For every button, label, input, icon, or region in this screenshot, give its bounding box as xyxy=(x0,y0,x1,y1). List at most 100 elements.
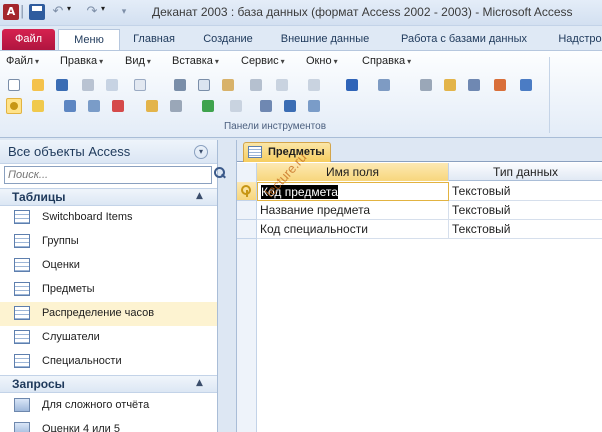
nav-item-table[interactable]: Оценки xyxy=(0,254,217,278)
lookup-icon[interactable] xyxy=(228,98,244,114)
table-icon xyxy=(248,146,262,158)
nav-item-table[interactable]: Предметы xyxy=(0,278,217,302)
nav-item-query[interactable]: Для сложного отчёта xyxy=(0,394,217,418)
undo-dropdown-icon[interactable]: ▾ xyxy=(67,4,83,20)
nav-item-query[interactable]: Оценки 4 или 5 xyxy=(0,418,217,432)
tab-addins[interactable]: Надстро xyxy=(550,29,602,50)
cut-icon[interactable] xyxy=(172,77,188,93)
tab-menu[interactable]: Меню xyxy=(58,29,120,50)
tab-external-data[interactable]: Внешние данные xyxy=(270,29,380,50)
undo-icon[interactable]: ↶ xyxy=(50,4,66,20)
nav-section-tables[interactable]: Таблицы ▲ xyxy=(0,188,217,206)
nav-item-table[interactable]: Группы xyxy=(0,230,217,254)
nav-title[interactable]: Все объекты Access xyxy=(8,144,130,159)
title-bar: A | ↶ ▾ ↷ ▾ ▾ Деканат 2003 : база данных… xyxy=(0,0,602,26)
document-tab[interactable]: Предметы xyxy=(243,142,331,162)
menu-window[interactable]: Окно ▾ xyxy=(306,55,338,71)
menu-view[interactable]: Вид ▾ xyxy=(125,55,151,71)
table-icon xyxy=(14,282,30,296)
redo-icon[interactable]: ↷ xyxy=(84,4,100,20)
toolbar-redo-icon[interactable] xyxy=(306,77,322,93)
format-painter-icon[interactable] xyxy=(248,77,264,93)
paste-icon[interactable] xyxy=(220,77,236,93)
code-icon[interactable] xyxy=(466,77,482,93)
access-app-icon[interactable]: A xyxy=(3,4,19,20)
chevron-down-icon: ▾ xyxy=(333,57,338,66)
relationships-icon[interactable] xyxy=(442,77,458,93)
nav-item-table[interactable]: Распределение часов xyxy=(0,302,217,326)
builder-icon[interactable] xyxy=(518,77,534,93)
redo-dropdown-icon[interactable]: ▾ xyxy=(101,4,117,20)
chevron-down-icon: ▾ xyxy=(99,57,104,66)
properties-icon[interactable] xyxy=(418,77,434,93)
field-name-cell[interactable]: Код специальности xyxy=(257,220,449,239)
tab-home[interactable]: Главная xyxy=(122,29,186,50)
nav-item-label: Для сложного отчёта xyxy=(42,399,150,411)
menu-edit-label: Правка xyxy=(60,55,98,67)
tab-create[interactable]: Создание xyxy=(192,29,264,50)
row-selector[interactable] xyxy=(237,182,257,201)
rename-icon[interactable] xyxy=(30,98,46,114)
object-icon[interactable] xyxy=(492,77,508,93)
delete-rows-icon[interactable] xyxy=(110,98,126,114)
customize-qat-icon[interactable]: ▾ xyxy=(116,4,132,20)
menu-tools-label: Сервис xyxy=(241,55,279,67)
qat-separator: | xyxy=(20,4,25,19)
table-row[interactable]: Код специальности Текстовый xyxy=(237,220,602,239)
save-toolbar-icon[interactable] xyxy=(54,77,70,93)
table-icon xyxy=(14,306,30,320)
nav-section-queries[interactable]: Запросы ▲ xyxy=(0,375,217,393)
tab-file[interactable]: Файл xyxy=(2,29,55,50)
nav-header[interactable]: Все объекты Access ▾ xyxy=(0,140,217,164)
nav-item-table[interactable]: Специальности xyxy=(0,350,217,374)
field-name-cell[interactable]: Название предмета xyxy=(257,201,449,220)
analyze-icon[interactable] xyxy=(376,77,392,93)
menu-insert[interactable]: Вставка ▾ xyxy=(172,55,219,71)
column-header-data-type[interactable]: Тип данных xyxy=(449,163,602,181)
spelling-icon[interactable] xyxy=(132,77,148,93)
office-links-icon[interactable] xyxy=(344,77,360,93)
nav-search-input[interactable] xyxy=(4,166,212,184)
table-icon xyxy=(14,258,30,272)
nav-menu-chevron-icon[interactable]: ▾ xyxy=(194,145,208,159)
nav-section-label: Таблицы xyxy=(12,190,66,204)
menu-file[interactable]: Файл ▾ xyxy=(6,55,39,71)
data-type-cell[interactable]: Текстовый xyxy=(449,182,602,201)
switch-view-icon[interactable] xyxy=(258,98,274,114)
toolbar-group-label: Панели инструментов xyxy=(223,121,327,132)
primary-key-icon xyxy=(241,185,253,197)
nav-item-table[interactable]: Switchboard Items xyxy=(0,206,217,230)
data-type-cell[interactable]: Текстовый xyxy=(449,201,602,220)
row-selector[interactable] xyxy=(237,201,257,220)
insert-rows-icon[interactable] xyxy=(62,98,78,114)
row-selector[interactable] xyxy=(237,220,257,239)
print-icon[interactable] xyxy=(80,77,96,93)
save-icon[interactable] xyxy=(29,4,45,20)
test-rules-icon[interactable] xyxy=(168,98,184,114)
nav-item-label: Распределение часов xyxy=(42,307,155,319)
toolbar-undo-icon[interactable] xyxy=(274,77,290,93)
copy-icon[interactable] xyxy=(196,77,212,93)
indexes-icon[interactable] xyxy=(86,98,102,114)
query-icon xyxy=(14,398,30,412)
new-icon[interactable] xyxy=(6,77,22,93)
property-sheet-icon[interactable] xyxy=(282,98,298,114)
data-type-cell[interactable]: Текстовый xyxy=(449,220,602,239)
nav-item-table[interactable]: Слушатели xyxy=(0,326,217,350)
collapse-icon: ▲ xyxy=(196,378,203,388)
table-row[interactable]: Название предмета Текстовый xyxy=(237,201,602,220)
open-folder-icon[interactable] xyxy=(30,77,46,93)
print-preview-icon[interactable] xyxy=(104,77,120,93)
grid-header: Имя поля Тип данных xyxy=(257,163,602,181)
menu-tools[interactable]: Сервис ▾ xyxy=(241,55,285,71)
primary-key-icon[interactable] xyxy=(6,98,22,114)
data-macro-icon[interactable] xyxy=(306,98,322,114)
search-icon[interactable] xyxy=(214,167,226,179)
table-icon xyxy=(14,210,30,224)
menu-edit[interactable]: Правка ▾ xyxy=(60,55,103,71)
table-row[interactable]: Код предмета Текстовый xyxy=(237,182,602,201)
build-icon[interactable] xyxy=(144,98,160,114)
tab-database-tools[interactable]: Работа с базами данных xyxy=(388,29,540,50)
menu-help[interactable]: Справка ▾ xyxy=(362,55,411,71)
check-icon[interactable] xyxy=(200,98,216,114)
